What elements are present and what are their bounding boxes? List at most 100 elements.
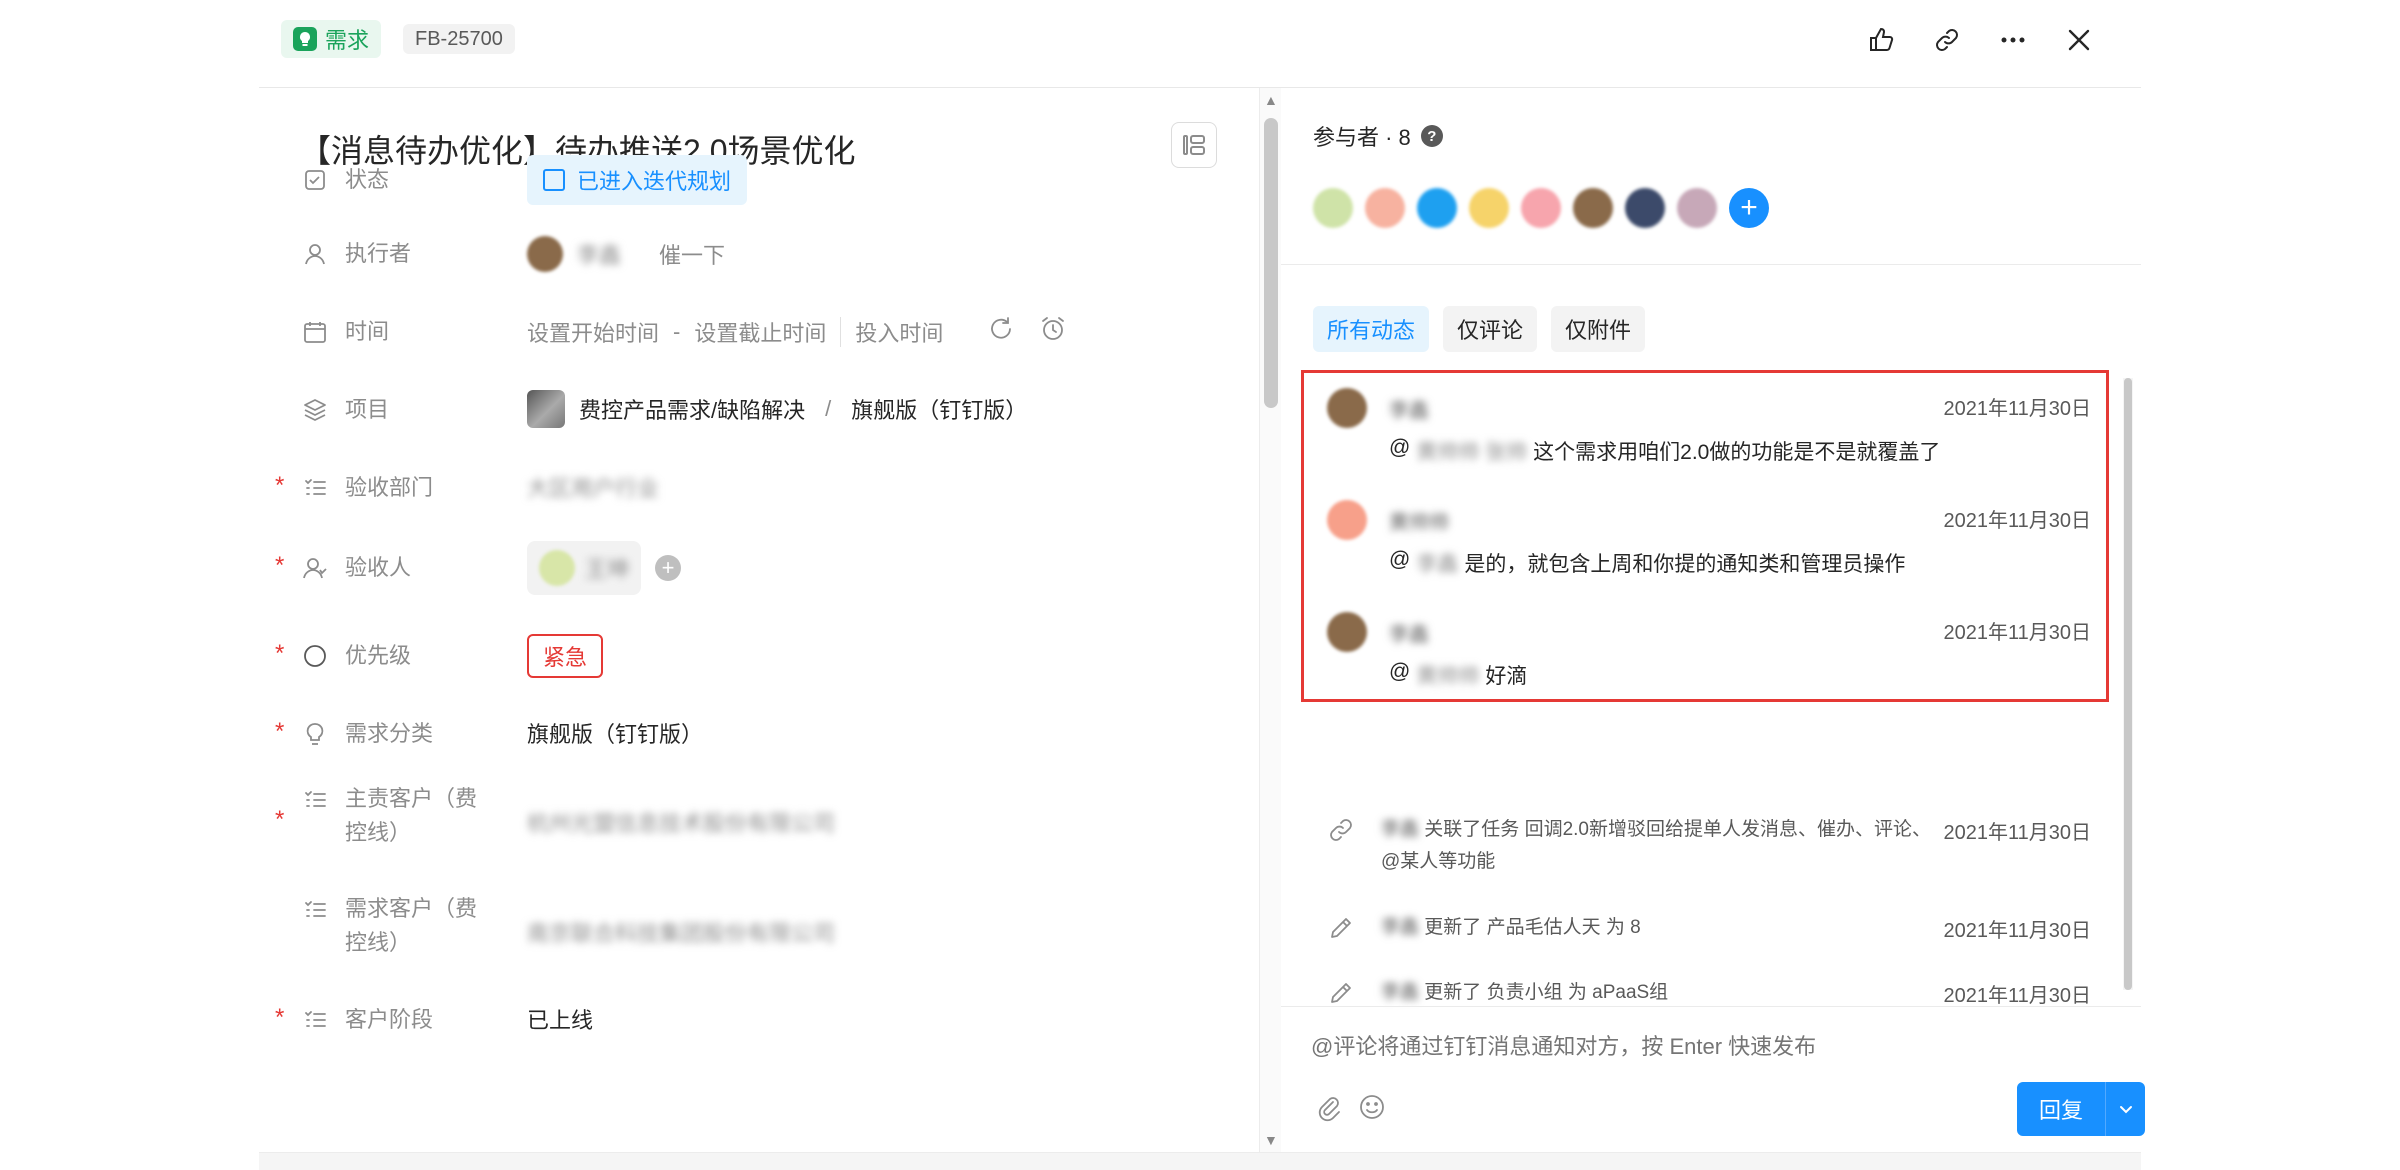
mention[interactable]: 黄帅帅 张帅 xyxy=(1416,436,1527,466)
avatar[interactable] xyxy=(1327,388,1367,428)
feed-scrollbar[interactable] xyxy=(2123,378,2133,990)
attachment-icon[interactable] xyxy=(1313,1092,1343,1127)
alarm-icon[interactable] xyxy=(1039,315,1067,349)
scroll-thumb[interactable] xyxy=(2124,378,2132,990)
type-badge[interactable]: 需求 xyxy=(281,20,382,58)
required-mark: * xyxy=(275,718,285,745)
reply-button[interactable]: 回复 xyxy=(2017,1082,2105,1136)
help-icon[interactable]: ? xyxy=(1420,125,1443,147)
comment-time: 2021年11月30日 xyxy=(1943,622,2092,644)
tab-comments-only[interactable]: 仅评论 xyxy=(1443,306,1538,352)
required-mark: * xyxy=(275,806,285,833)
mention[interactable]: 李鑫 xyxy=(1416,548,1458,578)
activity-time: 2021年11月30日 xyxy=(1943,822,2092,844)
status-chip[interactable]: 已进入迭代规划 xyxy=(527,155,748,205)
participant-avatar[interactable] xyxy=(1365,188,1405,228)
time-separator: - xyxy=(673,319,681,344)
mention[interactable]: 黄帅帅 xyxy=(1416,660,1479,690)
more-icon[interactable] xyxy=(1995,22,2031,58)
comment-author[interactable]: 李鑫 xyxy=(1389,618,1429,647)
status-value: 已进入迭代规划 xyxy=(577,169,732,194)
like-icon[interactable] xyxy=(1863,22,1899,58)
repeat-icon[interactable] xyxy=(987,315,1015,349)
bottom-strip xyxy=(259,1152,2141,1170)
project-thumbnail xyxy=(527,390,565,428)
activity-actor[interactable]: 李鑫 xyxy=(1381,917,1419,938)
tab-attachments-only[interactable]: 仅附件 xyxy=(1551,306,1646,352)
left-scrollbar[interactable]: ▲ ▼ xyxy=(1259,88,1281,1152)
category-value[interactable]: 旗舰版（钉钉版） xyxy=(527,717,703,749)
add-acceptor-icon[interactable]: + xyxy=(655,555,682,581)
field-assignee: 执行者 李鑫 催一下 xyxy=(259,228,1259,280)
users-icon xyxy=(301,554,329,582)
chevron-down-icon xyxy=(2119,1106,2132,1114)
close-icon[interactable] xyxy=(2061,22,2097,58)
comment-item: 黄帅帅 2021年11月30日 @ 李鑫 是的，就包含上周和你提的通知类和管理员… xyxy=(1301,482,2109,592)
activity-actor[interactable]: 李鑫 xyxy=(1381,819,1419,840)
reply-dropdown[interactable] xyxy=(2105,1082,2145,1136)
avatar[interactable] xyxy=(1327,612,1367,652)
priority-value-wrap: 紧急 xyxy=(527,634,604,678)
field-stage: * 客户阶段 已上线 xyxy=(259,994,1259,1046)
main-customer-value[interactable]: 杭州光盟信息技术股份有限公司 xyxy=(527,806,835,838)
participant-avatar[interactable] xyxy=(1625,188,1665,228)
required-mark: * xyxy=(275,472,285,499)
activity-desc: 更新了 负责小组 为 aPaaS组 xyxy=(1424,982,1669,1003)
urge-button[interactable]: 催一下 xyxy=(659,238,725,270)
bulb-icon xyxy=(293,27,317,51)
participant-avatar[interactable] xyxy=(1313,188,1353,228)
project-path[interactable]: 费控产品需求/缺陷解决 xyxy=(579,393,805,425)
activity-desc[interactable]: 关联了任务 回调2.0新增驳回给提单人发消息、催办、评论、@某人等功能 xyxy=(1381,819,1931,872)
participant-avatar[interactable] xyxy=(1469,188,1509,228)
issue-id[interactable]: FB-25700 xyxy=(403,24,515,54)
activity-time: 2021年11月30日 xyxy=(1943,920,2092,942)
comment-item: 李鑫 2021年11月30日 @ 黄帅帅 张帅 这个需求用咱们2.0做的功能是不… xyxy=(1301,370,2109,480)
time-value: 设置开始时间 - 设置截止时间 投入时间 xyxy=(527,315,1067,349)
comment-tools xyxy=(1313,1092,1387,1127)
stage-value[interactable]: 已上线 xyxy=(527,1003,593,1035)
checkbox-icon xyxy=(301,166,329,194)
comment-body: 是的，就包含上周和你提的通知类和管理员操作 xyxy=(1464,553,1906,576)
task-detail-panel: 需求 FB-25700 【消息待办优化】待办推送2.0场景优化 状态 已进入迭代… xyxy=(259,0,2145,1170)
comment-input[interactable] xyxy=(1311,1034,1871,1060)
activity-item: 李鑫 更新了 负责小组 为 aPaaS组 2021年11月30日 xyxy=(1301,975,2109,1015)
list-icon xyxy=(301,896,329,924)
start-time-button[interactable]: 设置开始时间 xyxy=(527,316,659,348)
comment-body: 这个需求用咱们2.0做的功能是不是就覆盖了 xyxy=(1533,441,1941,464)
required-mark: * xyxy=(275,640,285,667)
participant-avatar[interactable] xyxy=(1677,188,1717,228)
field-label: 验收人 xyxy=(345,555,412,580)
field-status: 状态 已进入迭代规划 xyxy=(259,150,1259,210)
project-sub[interactable]: 旗舰版（钉钉版） xyxy=(851,393,1027,425)
acceptor-chip[interactable]: 王坤 xyxy=(527,541,642,595)
field-label: 时间 xyxy=(345,319,390,344)
top-actions xyxy=(1863,22,2097,58)
avatar[interactable] xyxy=(1327,500,1367,540)
status-value-wrap: 已进入迭代规划 xyxy=(527,155,748,205)
pencil-icon xyxy=(1327,914,1357,944)
comment-author[interactable]: 李鑫 xyxy=(1389,394,1429,423)
priority-badge[interactable]: 紧急 xyxy=(527,634,604,678)
participant-avatar[interactable] xyxy=(1417,188,1457,228)
end-time-button[interactable]: 设置截止时间 xyxy=(694,316,826,348)
avatar[interactable] xyxy=(527,236,563,272)
scroll-up-icon[interactable]: ▲ xyxy=(1264,92,1278,108)
emoji-icon[interactable] xyxy=(1357,1092,1387,1127)
participant-avatar[interactable] xyxy=(1521,188,1561,228)
scroll-down-icon[interactable]: ▼ xyxy=(1264,1132,1278,1148)
dept-value-wrap: 大区用户行业 xyxy=(527,471,659,503)
comment-author[interactable]: 黄帅帅 xyxy=(1389,506,1449,535)
participant-avatar[interactable] xyxy=(1573,188,1613,228)
activity-actor[interactable]: 李鑫 xyxy=(1381,982,1419,1003)
add-participant-button[interactable]: + xyxy=(1729,188,1769,228)
layers-icon xyxy=(301,396,329,424)
req-customer-value[interactable]: 南京联合科技集团股份有限公司 xyxy=(527,916,835,948)
activity-text: 李鑫 更新了 产品毛估人天 为 8 xyxy=(1381,912,1941,944)
scroll-thumb[interactable] xyxy=(1264,118,1278,408)
link-icon[interactable] xyxy=(1929,22,1965,58)
invest-time-button[interactable]: 投入时间 xyxy=(855,316,943,348)
assignee-name[interactable]: 李鑫 xyxy=(577,238,621,270)
tab-all-activity[interactable]: 所有动态 xyxy=(1313,306,1430,352)
dept-value[interactable]: 大区用户行业 xyxy=(527,471,659,503)
field-label: 客户阶段 xyxy=(345,1007,434,1032)
